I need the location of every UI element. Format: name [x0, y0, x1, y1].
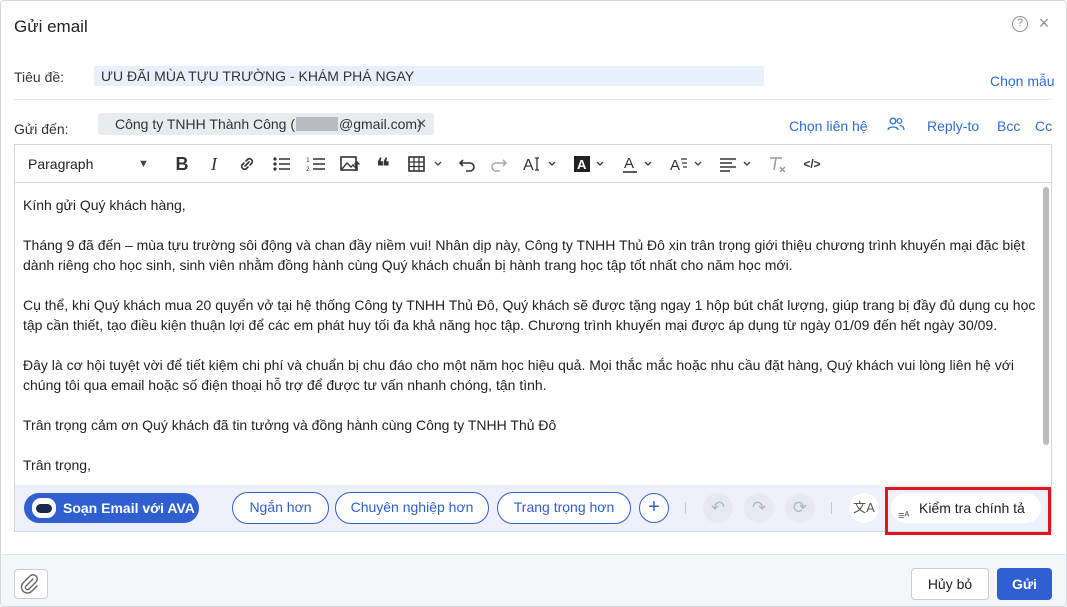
choose-contacts-link[interactable]: Chọn liên hệ	[789, 118, 868, 134]
help-icon[interactable]: ?	[1012, 16, 1028, 32]
spellcheck-highlight-box	[885, 487, 1051, 535]
choose-template-link[interactable]: Chọn mẫu	[990, 73, 1055, 89]
shorter-button[interactable]: Ngắn hơn	[232, 492, 329, 524]
editor-toolbar: Paragraph ▼ B I 12 ❝ A A A A </>	[15, 145, 1051, 183]
source-code-icon[interactable]: </>	[801, 154, 823, 174]
paragraph-select[interactable]: Paragraph	[28, 154, 93, 174]
svg-text:A: A	[670, 157, 680, 174]
redo-icon[interactable]	[489, 154, 509, 174]
align-icon[interactable]	[719, 154, 759, 174]
compose-with-ava-label: Soạn Email với AVA	[63, 500, 195, 516]
undo-icon[interactable]	[457, 154, 477, 174]
body-paragraph: Kính gửi Quý khách hàng,	[23, 197, 186, 213]
recipient-label: Gửi đến:	[14, 121, 69, 137]
numbered-list-icon[interactable]: 12	[305, 154, 327, 174]
add-prompt-button[interactable]: +	[639, 493, 669, 523]
send-email-dialog: Gửi email ? × Tiêu đề: ƯU ĐÃI MÙA TỰU TR…	[0, 0, 1067, 607]
font-size-icon[interactable]: A	[521, 154, 563, 174]
cc-link[interactable]: Cc	[1035, 118, 1052, 134]
separator	[685, 502, 686, 514]
image-icon[interactable]	[339, 154, 361, 174]
ai-refresh-icon[interactable]: ⟳	[785, 493, 815, 523]
highlight-color-icon[interactable]: A	[573, 154, 613, 174]
subject-input[interactable]: ƯU ĐÃI MÙA TỰU TRƯỜNG - KHÁM PHÁ NGAY	[94, 66, 764, 86]
body-paragraph: Cụ thể, khi Quý khách mua 20 quyển vở tạ…	[23, 297, 1036, 333]
dialog-footer: Hủy bỏ Gửi	[1, 554, 1066, 606]
ava-robot-icon	[32, 498, 56, 518]
svg-text:2: 2	[306, 166, 310, 173]
email-editor: Paragraph ▼ B I 12 ❝ A A A A </> Kính gử…	[14, 144, 1052, 532]
cancel-button[interactable]: Hủy bỏ	[911, 568, 989, 600]
chevron-down-icon[interactable]: ▼	[138, 154, 149, 174]
reply-to-link[interactable]: Reply-to	[927, 118, 979, 134]
more-formal-button[interactable]: Trang trọng hơn	[497, 492, 631, 524]
link-icon[interactable]	[237, 154, 257, 174]
redacted-email	[296, 117, 339, 131]
email-body[interactable]: Kính gửi Quý khách hàng, Tháng 9 đã đến …	[23, 195, 1038, 475]
ai-redo-icon[interactable]: ↷	[744, 493, 774, 523]
send-button[interactable]: Gửi	[997, 568, 1052, 600]
remove-recipient-icon[interactable]: ✕	[416, 113, 427, 135]
svg-text:A: A	[523, 157, 534, 174]
bullet-list-icon[interactable]	[271, 154, 293, 174]
svg-text:A: A	[624, 155, 634, 172]
subject-label: Tiêu đề:	[14, 69, 65, 85]
bold-icon[interactable]: B	[173, 154, 191, 174]
body-paragraph: Đây là cơ hội tuyệt vời để tiết kiệm chi…	[23, 357, 1014, 393]
dialog-title: Gửi email	[14, 17, 88, 36]
editor-scrollbar[interactable]	[1043, 187, 1049, 445]
font-color-icon[interactable]: A	[621, 154, 661, 174]
more-professional-button[interactable]: Chuyên nghiệp hơn	[335, 492, 489, 524]
attachment-icon[interactable]	[14, 569, 48, 599]
ai-undo-icon[interactable]: ↶	[703, 493, 733, 523]
quote-icon[interactable]: ❝	[373, 154, 393, 181]
close-icon[interactable]: ×	[1037, 14, 1051, 32]
body-paragraph: Trân trọng cảm ơn Quý khách đã tin tưởng…	[23, 417, 557, 433]
body-paragraph: Tháng 9 đã đến – mùa tựu trường sôi động…	[23, 237, 1025, 273]
clear-format-icon[interactable]	[767, 154, 789, 174]
svg-text:1: 1	[306, 157, 310, 164]
people-icon[interactable]	[887, 117, 905, 131]
recipient-chip-domain: @gmail.com)	[339, 116, 422, 132]
text-style-icon[interactable]: A	[669, 154, 709, 174]
recipient-chip[interactable]: Công ty TNHH Thành Công ( @gmail.com) ✕	[98, 113, 434, 135]
recipient-chip-name: Công ty TNHH Thành Công (	[115, 116, 296, 132]
table-icon[interactable]	[407, 154, 447, 174]
svg-text:A: A	[577, 157, 587, 172]
body-paragraph: Trân trọng,	[23, 457, 91, 473]
compose-with-ava-button[interactable]: Soạn Email với AVA	[24, 493, 199, 523]
italic-icon[interactable]: I	[205, 154, 223, 174]
separator	[831, 502, 832, 514]
divider	[14, 99, 1052, 100]
translate-icon[interactable]: 文A	[849, 493, 879, 523]
bcc-link[interactable]: Bcc	[997, 118, 1020, 134]
